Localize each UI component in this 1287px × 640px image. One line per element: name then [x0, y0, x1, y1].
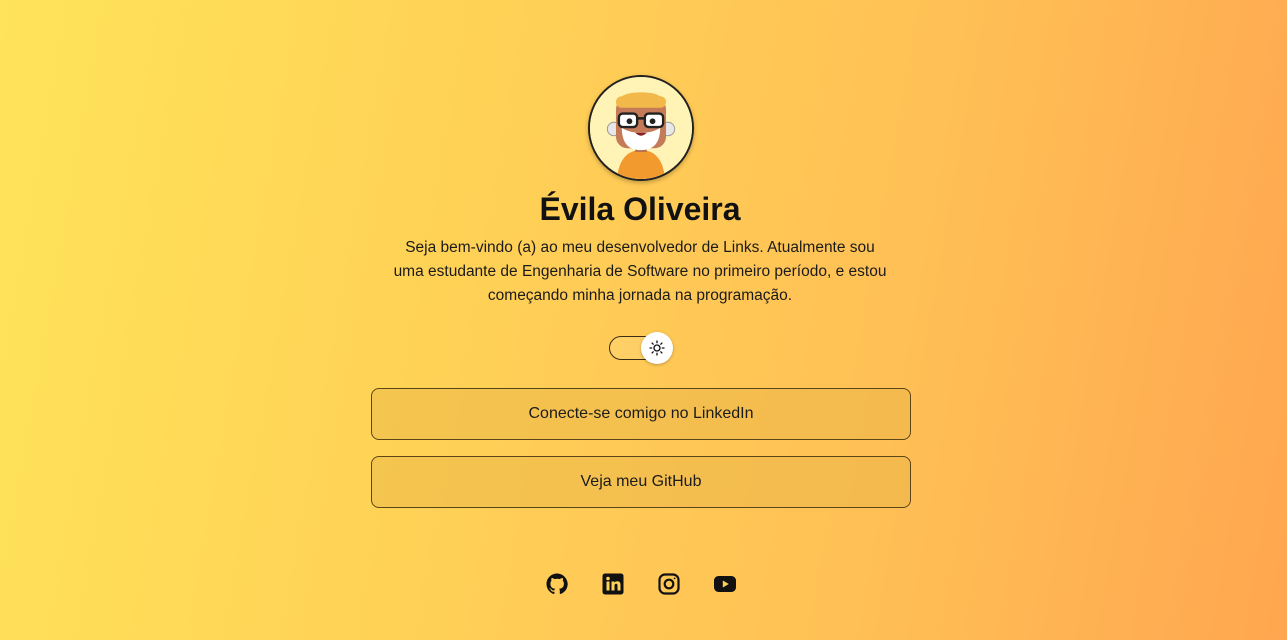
instagram-icon [658, 573, 680, 595]
page-container: Évila Oliveira Seja bem-vindo (a) ao meu… [0, 0, 1287, 640]
profile-avatar [588, 75, 694, 181]
instagram-social-link[interactable] [655, 570, 683, 598]
profile-bio: Seja bem-vindo (a) ao meu desenvolvedor … [393, 239, 887, 304]
cartoon-avatar-icon [590, 77, 692, 179]
linkedin-social-link[interactable] [599, 570, 627, 598]
github-link-button[interactable]: Veja meu GitHub [371, 456, 911, 508]
linkedin-icon [602, 573, 624, 595]
github-social-link[interactable] [543, 570, 571, 598]
theme-toggle[interactable] [609, 332, 673, 364]
sun-icon [649, 340, 665, 356]
linkedin-link-button[interactable]: Conecte-se comigo no LinkedIn [371, 388, 911, 440]
github-icon [546, 573, 568, 595]
profile-name: Évila Oliveira [539, 191, 741, 227]
theme-toggle-knob[interactable] [641, 332, 673, 364]
linkedin-link-label: Conecte-se comigo no LinkedIn [528, 405, 754, 422]
github-link-label: Veja meu GitHub [580, 473, 702, 490]
youtube-social-link[interactable] [711, 570, 739, 598]
youtube-icon [714, 576, 736, 592]
social-links [540, 570, 752, 598]
